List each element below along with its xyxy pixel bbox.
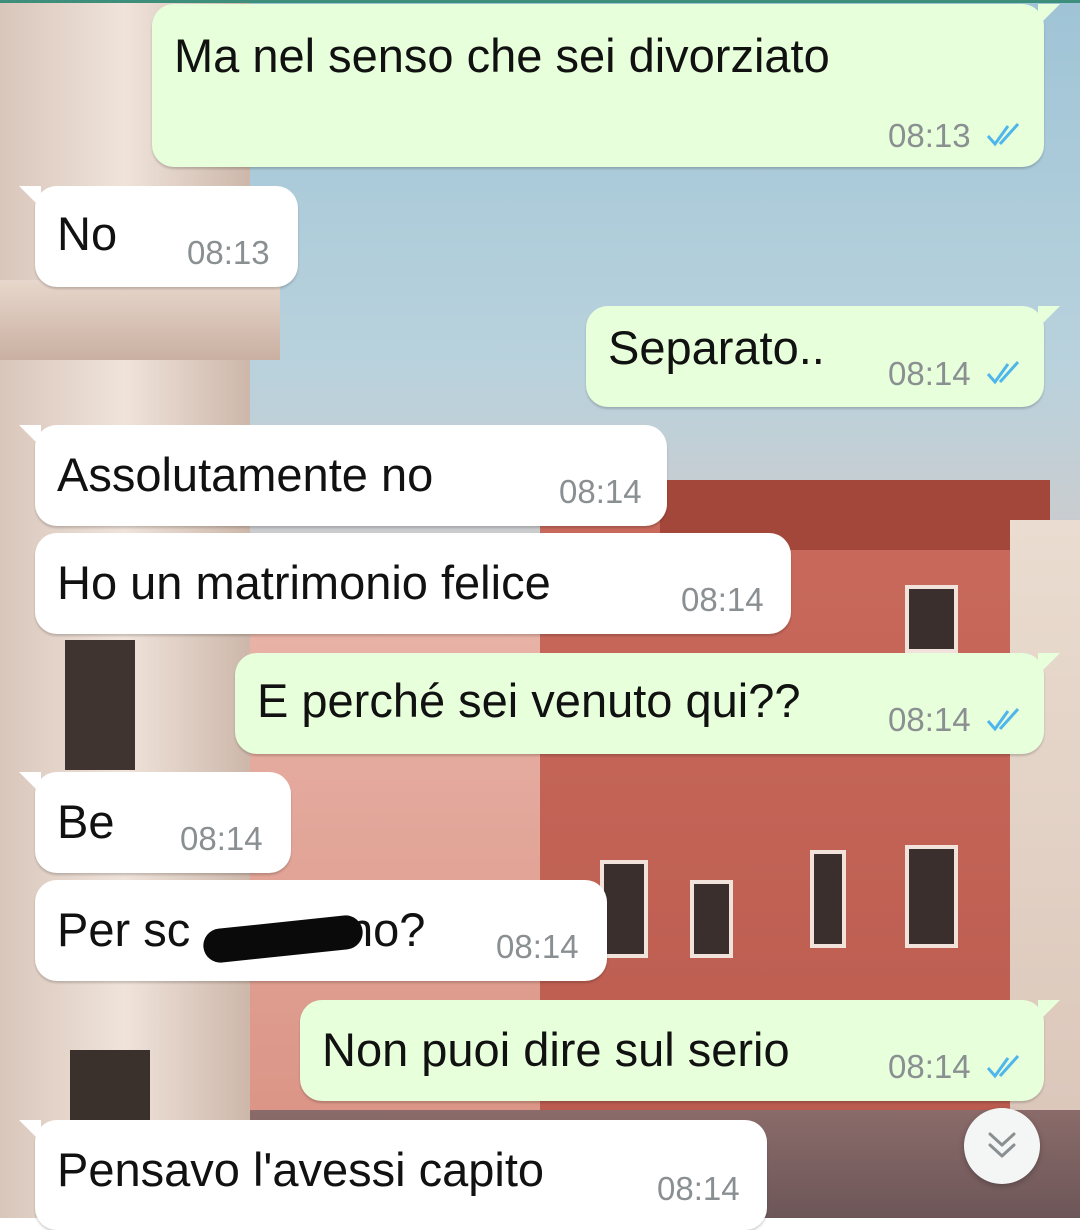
message-time: 08:14 <box>888 1048 971 1085</box>
message-text: Pensavo l'avessi capito <box>57 1143 545 1196</box>
message-bubble-outgoing[interactable]: Non puoi dire sul serio 08:14 <box>300 1000 1060 1101</box>
wallpaper-window <box>65 640 135 770</box>
bubble-tail <box>1038 1000 1060 1022</box>
bubble-tail <box>19 425 41 447</box>
redaction-scribble <box>201 913 365 965</box>
message-time: 08:14 <box>559 473 642 510</box>
wallpaper-window <box>905 845 958 948</box>
bubble-tail <box>19 772 41 794</box>
message-text: Ho un matrimonio felice <box>57 556 551 609</box>
message-time: 08:14 <box>180 820 263 857</box>
message-text: Assolutamente no <box>57 448 434 501</box>
message-bubble-incoming[interactable]: Assolutamente no 08:14 <box>19 425 667 526</box>
read-receipt-icon <box>986 707 1020 732</box>
message-time: 08:14 <box>657 1170 740 1207</box>
message-text: No <box>57 207 118 260</box>
wallpaper-window <box>810 850 846 948</box>
message-text: Ma nel senso che sei divorziato <box>174 29 830 82</box>
message-bubble-outgoing[interactable]: Separato.. 08:14 <box>586 306 1060 407</box>
bubble-tail <box>1038 653 1060 675</box>
message-text: Be <box>57 795 115 848</box>
read-receipt-icon <box>986 360 1020 385</box>
bubble-tail <box>19 1120 41 1142</box>
read-receipt-icon <box>986 1054 1020 1079</box>
message-time: 08:14 <box>496 928 579 965</box>
message-time: 08:14 <box>681 581 764 618</box>
wallpaper-cornice <box>0 280 280 360</box>
message-time: 08:14 <box>888 701 971 738</box>
wallpaper-window <box>600 860 648 958</box>
message-bubble-incoming[interactable]: Pensavo l'avessi capito 08:14 <box>19 1120 767 1230</box>
bubble-tail <box>1038 4 1060 26</box>
bubble-tail <box>1038 306 1060 328</box>
message-bubble-incoming[interactable]: No 08:13 <box>19 186 298 287</box>
wallpaper-window <box>70 1050 150 1130</box>
message-time: 08:14 <box>888 355 971 392</box>
message-time: 08:13 <box>888 117 971 154</box>
message-bubble-incoming[interactable]: Per sc no? 08:14 <box>35 880 607 981</box>
message-time: 08:13 <box>187 234 270 271</box>
message-bubble-outgoing[interactable]: E perché sei venuto qui?? 08:14 <box>235 653 1060 754</box>
message-bubble-incoming[interactable]: Be 08:14 <box>19 772 291 873</box>
top-accent-bar <box>0 0 1080 3</box>
message-text: Per sc <box>57 903 191 956</box>
scroll-to-bottom-button[interactable] <box>964 1108 1040 1184</box>
read-receipt-icon <box>986 122 1020 147</box>
bubble-tail <box>19 186 41 208</box>
wallpaper-window <box>690 880 733 958</box>
message-bubble-outgoing[interactable]: Ma nel senso che sei divorziato 08:13 <box>152 4 1060 167</box>
double-chevron-down-icon <box>988 1132 1016 1158</box>
message-text: Non puoi dire sul serio <box>322 1023 790 1076</box>
message-text: E perché sei venuto qui?? <box>257 674 801 727</box>
wallpaper-window <box>905 585 958 653</box>
message-text: Separato.. <box>608 321 825 374</box>
message-bubble-incoming[interactable]: Ho un matrimonio felice 08:14 <box>35 533 791 634</box>
